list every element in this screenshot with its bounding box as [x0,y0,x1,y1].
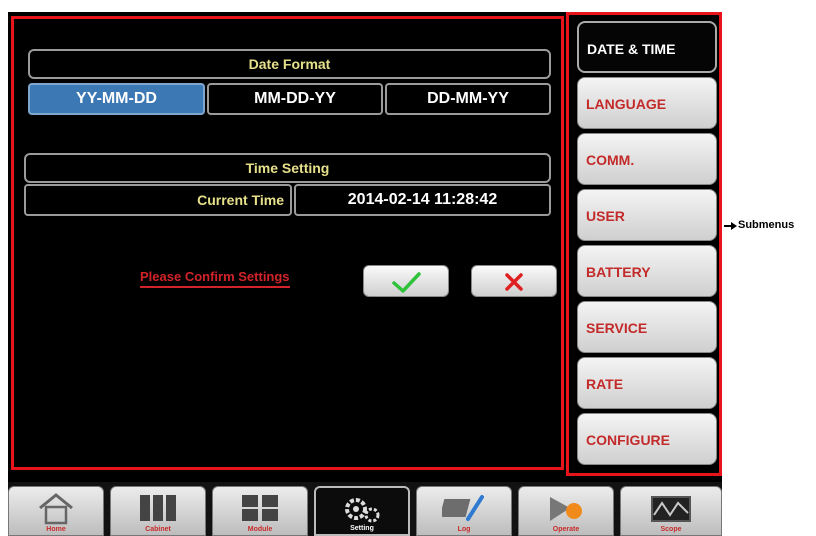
gear-icon [345,498,380,523]
submenus-label: Submenus [738,219,795,231]
cabinet-icon [140,495,176,521]
submenus-annotation: Submenus [724,218,816,234]
log-icon [439,495,484,521]
tab-cabinet-label: Cabinet [145,526,171,533]
check-icon [392,272,421,293]
submenu-user[interactable]: USER [577,189,717,241]
confirm-ok-button[interactable] [363,265,449,297]
module-icon [242,495,278,521]
tab-setting[interactable]: Setting [314,486,410,536]
submenu-comm[interactable]: COMM. [577,133,717,185]
date-format-title: Date Format [248,56,331,72]
submenu-panel: DATE & TIME LANGUAGE COMM. USER BATTERY … [566,12,722,476]
operate-icon [550,497,582,521]
tab-module-label: Module [247,526,273,533]
date-format-yy-mm-dd[interactable]: YY-MM-DD [28,83,205,115]
tab-operate[interactable]: Operate [518,486,614,536]
tab-module[interactable]: Module [212,486,308,536]
scope-icon [651,496,691,522]
confirm-cancel-button[interactable] [471,265,557,297]
tab-home-label: Home [46,526,66,533]
close-icon [505,273,523,291]
current-time-label: Current Time [24,184,292,216]
submenu-configure[interactable]: CONFIGURE [577,413,717,465]
home-icon [39,493,73,525]
tab-operate-label: Operate [552,526,580,533]
tab-scope[interactable]: Scope [620,486,722,536]
tab-scope-label: Scope [660,526,682,533]
submenu-battery[interactable]: BATTERY [577,245,717,297]
tab-home[interactable]: Home [8,486,104,536]
date-format-dd-mm-yy[interactable]: DD-MM-YY [385,83,551,115]
arrow-right-icon [724,222,737,230]
submenu-date-time[interactable]: DATE & TIME [577,21,717,73]
tab-log-label: Log [457,526,471,533]
submenu-service[interactable]: SERVICE [577,301,717,353]
submenu-rate[interactable]: RATE [577,357,717,409]
date-format-group: Date Format [28,49,551,79]
time-setting-title: Time Setting [245,160,330,176]
tab-setting-label: Setting [350,525,374,532]
submenu-language[interactable]: LANGUAGE [577,77,717,129]
bottom-tab-bar: Home Cabinet Module Setting Log Operate … [8,482,722,536]
current-time-value[interactable]: 2014-02-14 11:28:42 [294,184,551,216]
tab-cabinet[interactable]: Cabinet [110,486,206,536]
main-panel: Date Format YY-MM-DD MM-DD-YY DD-MM-YY T… [11,16,564,470]
confirm-settings-text: Please Confirm Settings [140,269,290,288]
tab-log[interactable]: Log [416,486,512,536]
date-format-mm-dd-yy[interactable]: MM-DD-YY [207,83,383,115]
time-setting-group: Time Setting [24,153,551,183]
